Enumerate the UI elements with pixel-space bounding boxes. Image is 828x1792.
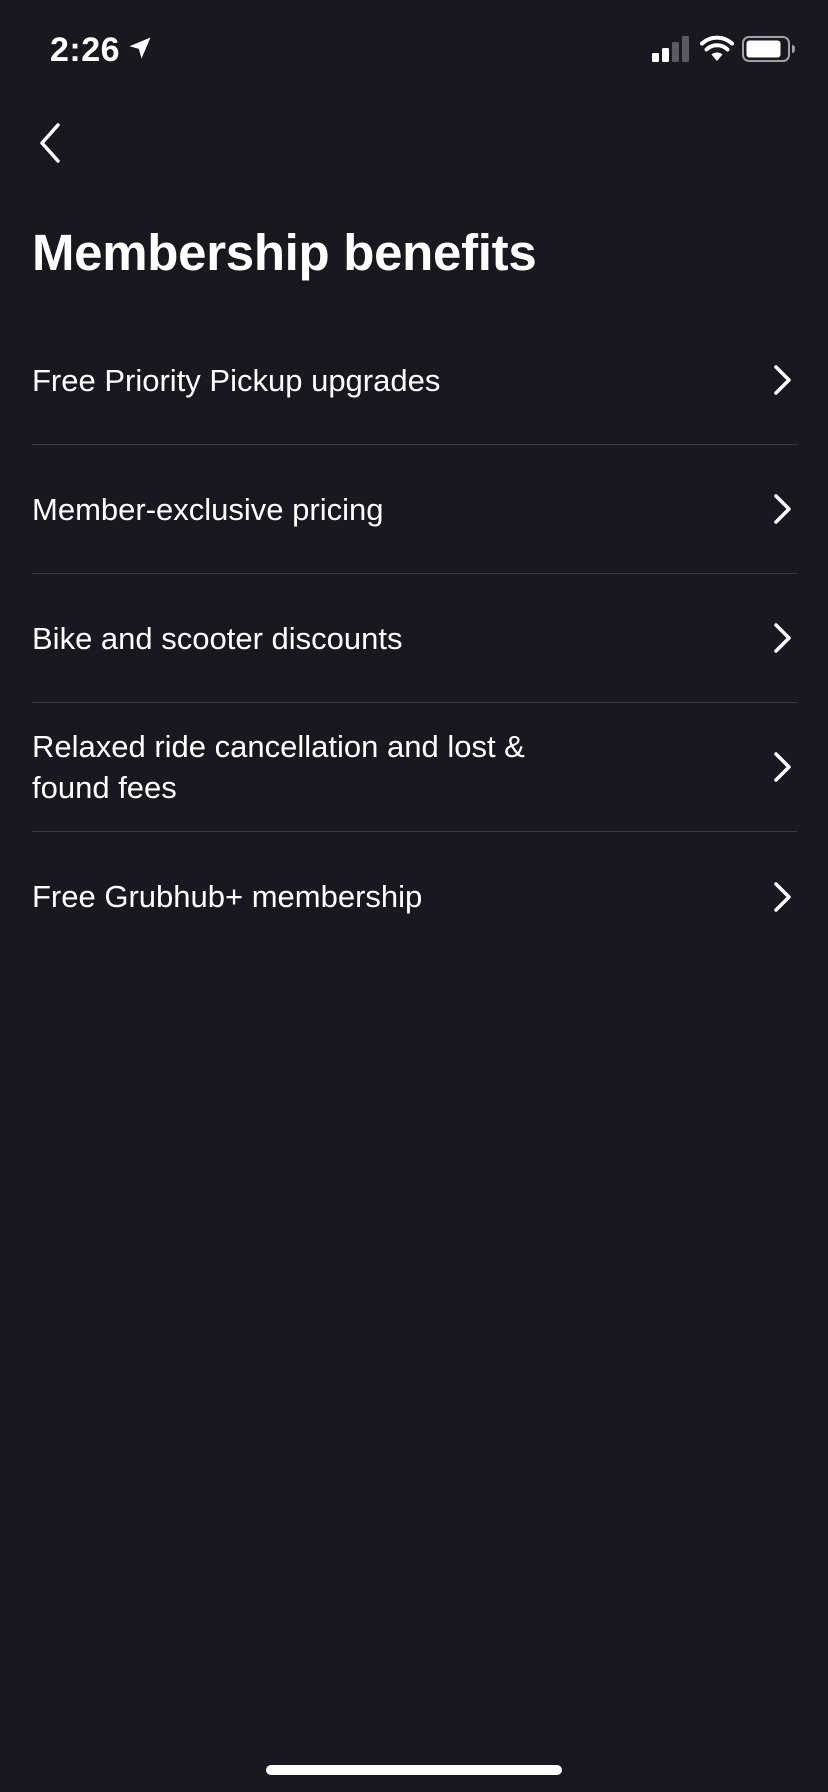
wifi-icon [700,35,734,61]
location-arrow-icon [129,37,151,59]
chevron-right-icon [774,365,791,395]
benefit-label: Member-exclusive pricing [32,491,384,527]
benefit-item-relaxed-fees[interactable]: Relaxed ride cancellation and lost & fou… [32,703,797,832]
chevron-left-icon [40,123,60,163]
benefit-item-bike-scooter-discounts[interactable]: Bike and scooter discounts [32,574,797,703]
back-button[interactable] [20,110,80,176]
benefit-label: Bike and scooter discounts [32,620,403,656]
benefit-label: Free Grubhub+ membership [32,879,423,914]
chevron-right-icon [774,494,791,524]
benefit-label: Relaxed ride cancellation and lost & fou… [32,729,525,805]
chevron-right-icon [774,881,791,912]
benefit-list: Free Priority Pickup upgrades Member-exc… [32,316,797,961]
benefit-item-grubhub-membership[interactable]: Free Grubhub+ membership [32,832,797,961]
status-time: 2:26 [50,31,121,69]
home-indicator[interactable] [266,1765,562,1775]
battery-icon [742,36,795,62]
page-title: Membership benefits [32,224,537,281]
benefit-item-priority-pickup[interactable]: Free Priority Pickup upgrades [32,316,797,445]
status-bar: 2:26 [0,0,828,100]
benefit-item-member-pricing[interactable]: Member-exclusive pricing [32,445,797,574]
cellular-signal-icon [652,36,689,62]
benefit-label: Free Priority Pickup upgrades [32,362,441,398]
chevron-right-icon [774,623,791,653]
chevron-right-icon [774,752,791,782]
